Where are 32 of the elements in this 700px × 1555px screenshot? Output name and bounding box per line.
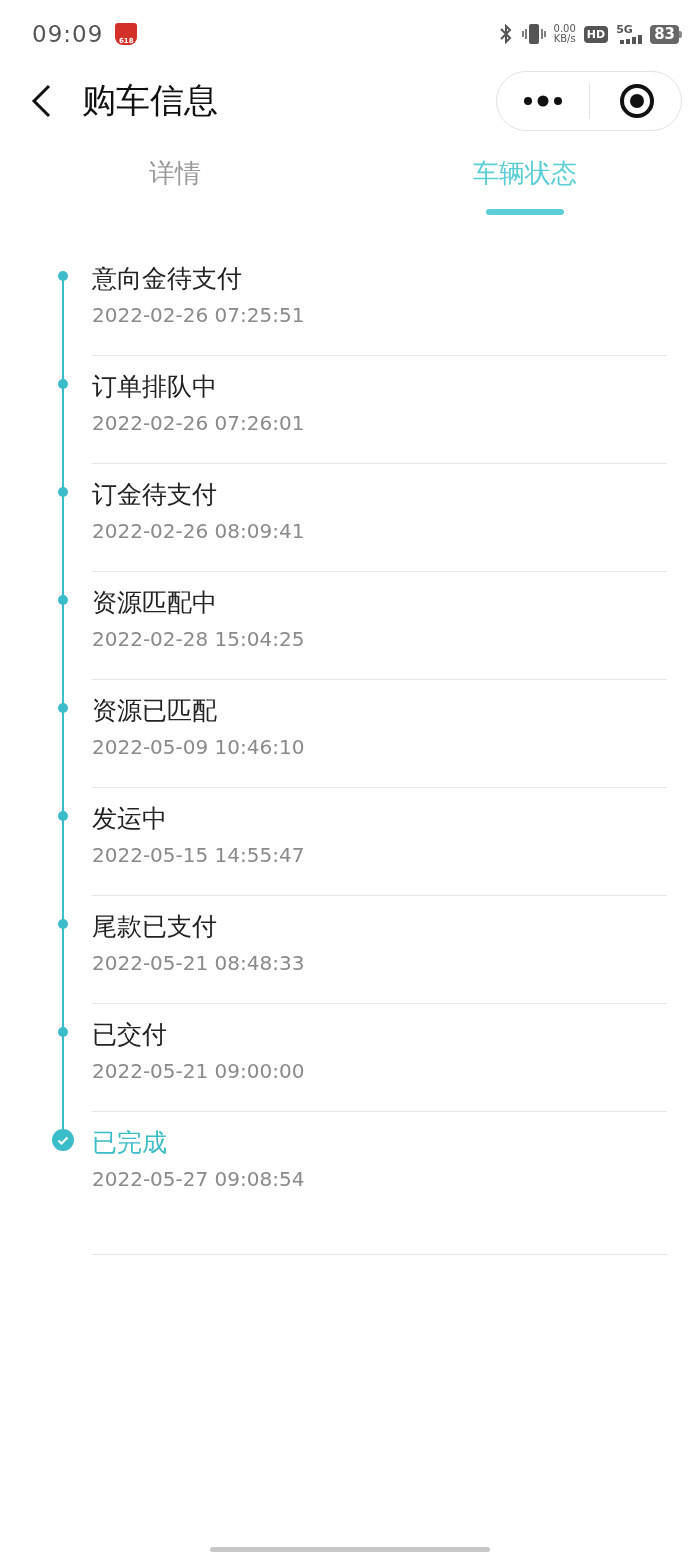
bluetooth-icon [497, 24, 514, 44]
close-icon[interactable] [619, 83, 655, 119]
status-title: 订单排队中 [92, 371, 218, 403]
network-type: 5G [616, 24, 633, 35]
status-title: 已完成 [92, 1127, 168, 1159]
status-title: 订金待支付 [92, 479, 218, 511]
more-icon[interactable] [523, 95, 563, 107]
status-title: 发运中 [92, 803, 168, 835]
back-icon[interactable] [30, 84, 52, 118]
status-time: 2022-05-09 10:46:10 [92, 734, 306, 761]
status-time: 2022-02-26 07:25:51 [92, 302, 306, 329]
speed-unit: KB/s [553, 34, 576, 44]
status-title: 意向金待支付 [92, 263, 243, 295]
tab[interactable]: 详情 [149, 156, 201, 191]
status-time: 2022-05-15 14:55:47 [92, 842, 306, 869]
clock-time: 09:09 [32, 21, 104, 47]
battery-level: 83 [650, 24, 679, 44]
status-title: 尾款已支付 [92, 911, 218, 943]
speed-value: 0.00 [553, 24, 576, 34]
status-time: 2022-05-27 09:08:54 [92, 1166, 306, 1193]
hd-badge: HD [583, 25, 609, 43]
status-time: 2022-02-26 07:26:01 [92, 410, 306, 437]
status-time: 2022-02-28 15:04:25 [92, 626, 306, 653]
page-title: 购车信息 [82, 79, 219, 122]
vibrate-icon [521, 23, 546, 45]
status-title: 资源已匹配 [92, 695, 218, 727]
status-title: 已交付 [92, 1019, 168, 1051]
status-time: 2022-05-21 09:00:00 [92, 1058, 306, 1085]
status-time: 2022-02-26 08:09:41 [92, 518, 306, 545]
status-time: 2022-05-21 08:48:33 [92, 950, 306, 977]
tab[interactable]: 车辆状态 [473, 156, 577, 191]
status-title: 资源匹配中 [92, 587, 218, 619]
